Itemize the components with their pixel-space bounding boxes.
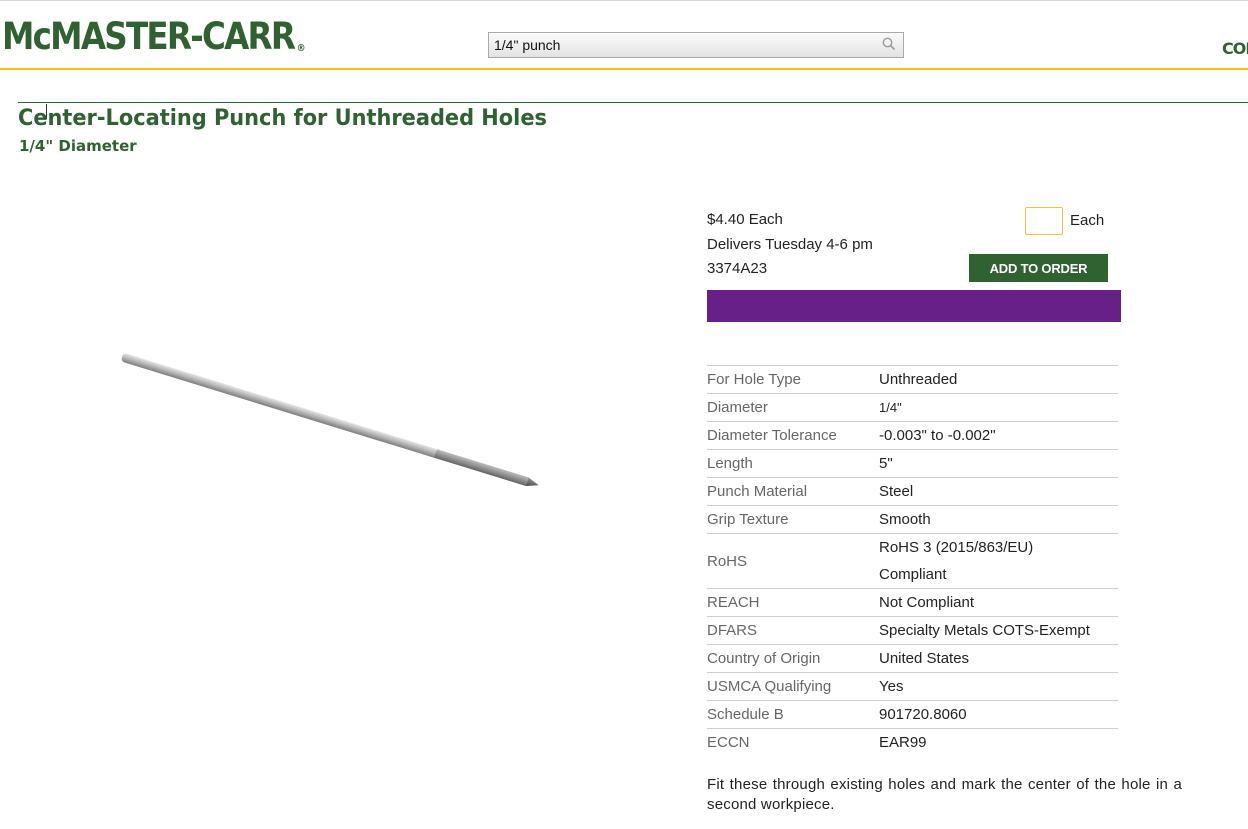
spec-value: Not Compliant	[879, 594, 975, 611]
spec-row: Schedule B 901720.8060	[707, 700, 1118, 729]
spec-label: Diameter	[707, 399, 768, 416]
spec-value: EAR99	[879, 734, 927, 751]
quantity-input[interactable]	[1025, 207, 1063, 235]
spec-row: Country of Origin United States	[707, 644, 1118, 673]
spec-label: DFARS	[707, 622, 758, 639]
spec-value: 5"	[879, 455, 893, 472]
spec-row: Punch Material Steel	[707, 477, 1118, 506]
spec-value: United States	[879, 650, 970, 667]
quantity-field-wrap	[1025, 207, 1063, 235]
product-subtitle: 1/4" Diameter	[19, 137, 137, 155]
spec-label: Length	[707, 455, 753, 472]
punch-rod-image	[121, 353, 539, 486]
spec-row: Diameter Tolerance -0.003" to -0.002"	[707, 421, 1118, 450]
spec-value: 901720.8060	[879, 706, 967, 723]
add-to-order-button[interactable]: ADD TO ORDER	[969, 254, 1108, 282]
spec-value: Steel	[879, 483, 914, 500]
spec-value: 1/4"	[879, 400, 902, 415]
search-input[interactable]	[489, 33, 879, 57]
site-header: McMASTER-CARR® CON	[0, 1, 1248, 69]
spec-row: Diameter 1/4"	[707, 393, 1118, 422]
spec-label: Grip Texture	[707, 511, 789, 528]
quantity-unit: Each	[1070, 212, 1105, 229]
spec-label: USMCA Qualifying	[707, 678, 832, 695]
spec-label: RoHS	[707, 552, 748, 570]
spec-row: Grip Texture Smooth	[707, 505, 1118, 534]
spec-value: Smooth	[879, 511, 931, 528]
spec-label: Schedule B	[707, 706, 784, 723]
spec-row: RoHS RoHS 3 (2015/863/EU) Compliant	[707, 533, 1118, 589]
spec-label: ECCN	[707, 734, 750, 751]
spec-label: REACH	[707, 594, 760, 611]
search-box	[488, 32, 904, 58]
order-info: $4.40 Each Delivers Tuesday 4-6 pm 3374A…	[707, 208, 873, 282]
spec-value: -0.003" to -0.002"	[879, 427, 996, 444]
spec-label: For Hole Type	[707, 371, 801, 388]
product-description: Fit these through existing holes and mar…	[707, 776, 1182, 813]
spec-row: For Hole Type Unthreaded	[707, 365, 1118, 394]
spec-value: Specialty Metals COTS-Exempt	[879, 622, 1090, 639]
price: $4.40 Each	[707, 211, 783, 228]
spec-value: Unthreaded	[879, 371, 958, 388]
registered-mark: ®	[296, 43, 306, 54]
search-icon[interactable]	[882, 37, 896, 51]
logo-text: McMASTER-CARR	[2, 15, 296, 58]
spec-table: For Hole Type Unthreaded Diameter 1/4" Dia…	[707, 365, 1118, 756]
spec-row: ECCN EAR99	[707, 728, 1118, 757]
promo-banner[interactable]	[707, 290, 1121, 322]
spec-label: Diameter Tolerance	[707, 427, 837, 444]
spec-value: RoHS 3 (2015/863/EU) Compliant	[879, 539, 1034, 583]
spec-value: Yes	[879, 678, 904, 695]
spec-row: USMCA Qualifying Yes	[707, 672, 1118, 701]
contact-link[interactable]: CON	[1222, 39, 1248, 58]
spec-row: Length 5"	[707, 449, 1118, 478]
spec-row: DFARS Specialty Metals COTS-Exempt	[707, 616, 1118, 645]
product-title: Center-Locating Punch for Unthreaded Hol…	[18, 106, 547, 131]
delivery-estimate: Delivers Tuesday 4-6 pm	[707, 235, 873, 253]
part-number: 3374A23	[707, 260, 768, 277]
header-accent-bar	[0, 68, 1248, 70]
mcmaster-logo[interactable]: McMASTER-CARR ®	[2, 15, 306, 58]
spec-label: Punch Material	[707, 483, 808, 500]
spec-label: Country of Origin	[707, 650, 821, 667]
title-divider	[18, 102, 1248, 103]
spec-row: REACH Not Compliant	[707, 588, 1118, 617]
